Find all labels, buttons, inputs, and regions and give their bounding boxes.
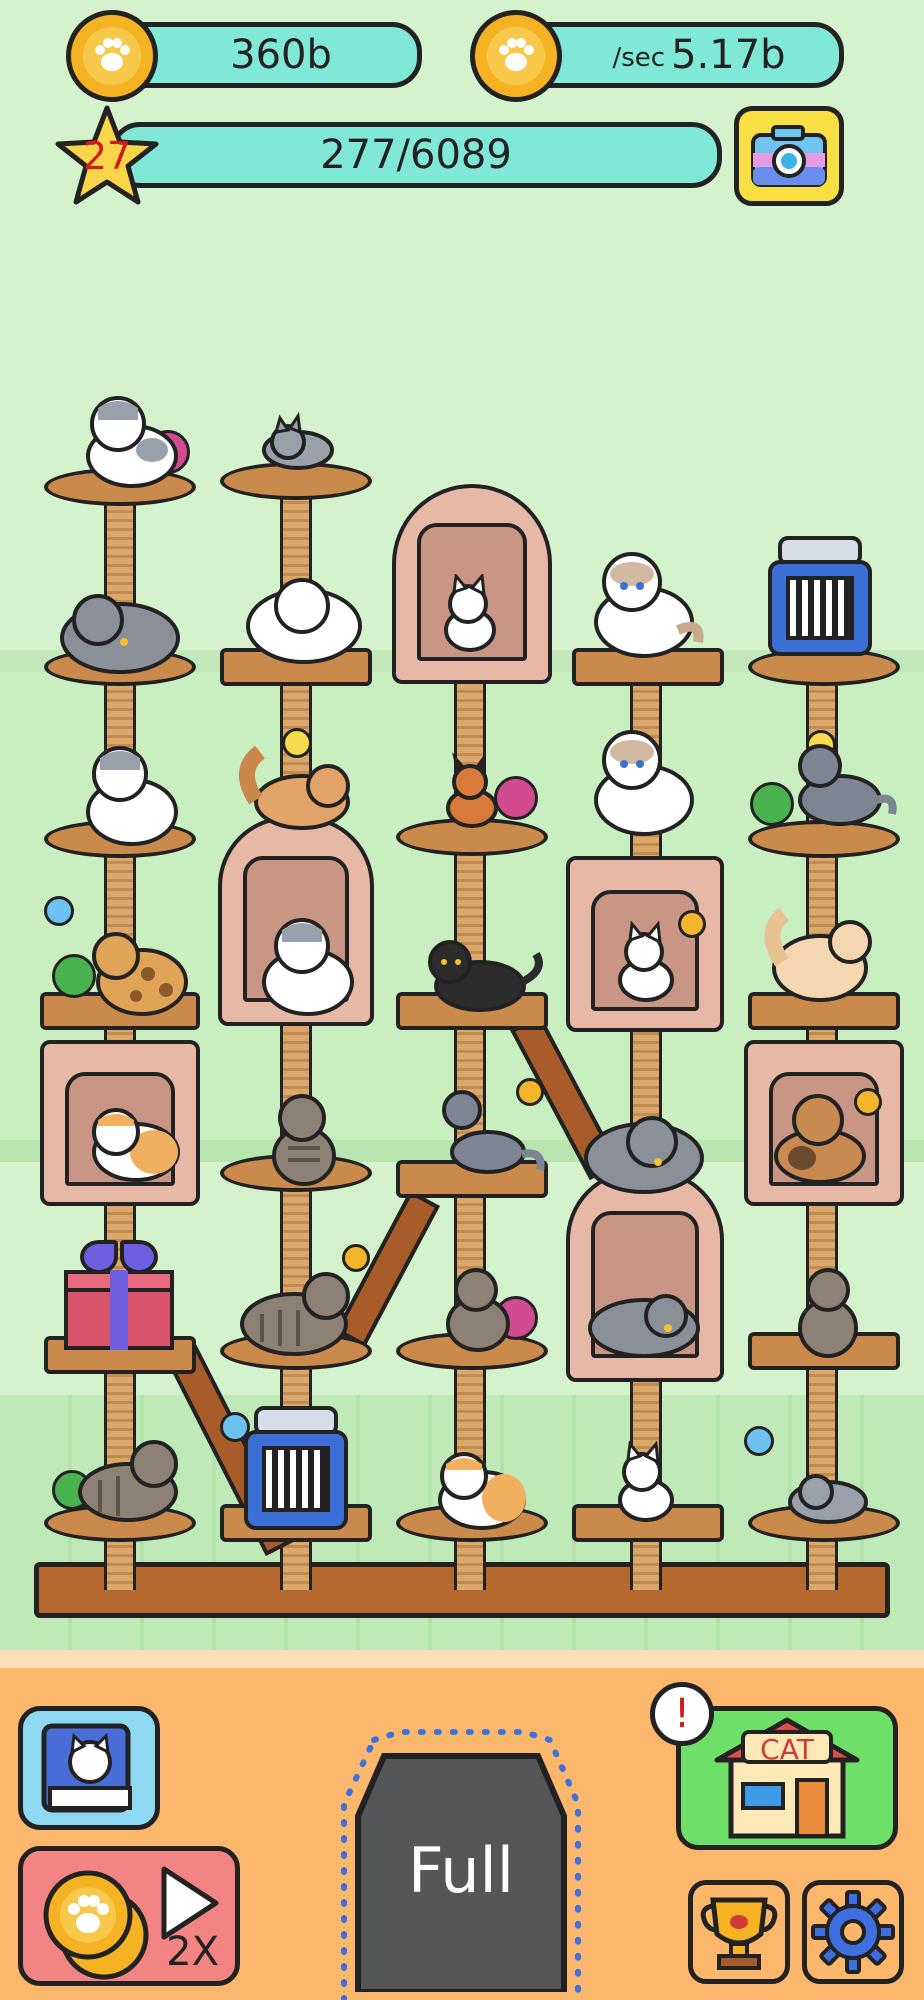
cat-scottish-fold[interactable] [252,910,362,1020]
cat-book-button[interactable] [18,1706,160,1830]
cat-white[interactable] [606,920,686,1004]
cat-scottish-fold-orange[interactable] [424,1442,534,1532]
cat-tabby[interactable] [784,1252,874,1362]
alert-mark: ! [673,1691,691,1737]
gear-icon [811,1890,895,1974]
floor [0,1650,924,1668]
cat-bengal[interactable] [76,920,196,1030]
cat-gray-sleeping[interactable] [258,412,338,472]
hanging-ball-toy [44,896,74,926]
camera-button[interactable] [734,106,844,206]
cat-white[interactable] [434,574,504,654]
exclamation-icon: ! [650,1682,714,1746]
spawn-box-button[interactable]: Full [334,1724,588,2000]
cat-carrier[interactable] [768,536,872,656]
rate-unit: /sec [612,43,666,73]
cat-gray-round[interactable] [578,1106,708,1196]
cat-maine-coon[interactable] [232,740,362,840]
cat-ragdoll[interactable] [578,722,708,842]
cat-russian-blue[interactable] [428,1084,548,1184]
cat-turkish-angora[interactable] [762,902,882,1012]
hanging-ball-toy [744,1426,774,1456]
cat-black[interactable] [416,930,546,1020]
spawn-status-label: Full [407,1834,515,1907]
gift-box[interactable] [64,1240,174,1350]
cat-scottish-fold-orange[interactable] [76,1096,186,1186]
ad-boost-button[interactable]: 2X [18,1846,240,1986]
cat-gray-sleeping-in-house[interactable] [584,1282,704,1362]
rate-value: 5.17b [671,32,786,78]
settings-button[interactable] [802,1880,904,1984]
coin-amount: 360b [230,32,332,78]
cat-tortoiseshell[interactable] [762,1080,882,1190]
camera-icon [751,125,827,187]
cat-carrier[interactable] [244,1406,348,1530]
cat-tabby[interactable] [66,1428,186,1528]
level-progress-bar: 277/6089 [110,122,722,188]
cat-tabby[interactable] [258,1080,348,1190]
cat-ragdoll[interactable] [578,544,708,664]
cat-gray-sleeping[interactable] [782,1458,872,1528]
cat-persian-white[interactable] [238,566,368,666]
cat-gray-round[interactable] [52,586,182,676]
cat-russian-blue[interactable] [780,734,900,844]
shop-sign-text: CAT [760,1733,814,1766]
player-level: 27 [82,134,132,178]
star-icon: 27 [52,104,162,208]
trophy-button[interactable] [688,1880,790,1984]
ad-multiplier-label: 2X [166,1929,219,1975]
paw-coin-icon [66,10,158,102]
cat-tabby[interactable] [232,1260,362,1360]
cat-white[interactable] [606,1440,686,1524]
paw-coin-icon [470,10,562,102]
cat-book-icon [41,1723,132,1813]
level-progress-text: 277/6089 [320,132,512,178]
cat-scottish-fold[interactable] [74,390,184,490]
cat-caracal[interactable] [432,752,512,832]
trophy-icon [700,1897,778,1970]
cat-tabby[interactable] [434,1256,524,1356]
hanging-ball-toy [220,1412,250,1442]
cat-scottish-fold[interactable] [74,738,184,848]
